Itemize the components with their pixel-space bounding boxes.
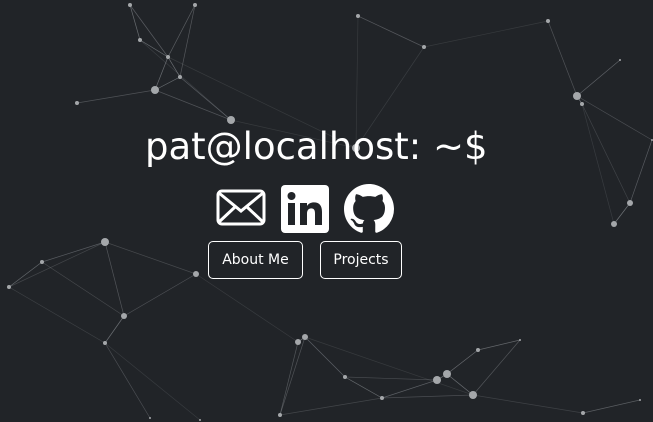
particle-node	[580, 102, 584, 106]
particle-node	[295, 339, 301, 345]
particle-node	[40, 260, 44, 264]
particle-node	[7, 285, 11, 289]
particle-node	[199, 419, 201, 421]
particle-link	[472, 339, 521, 396]
particle-link	[304, 336, 474, 396]
particle-node	[581, 411, 585, 415]
particle-link	[477, 339, 521, 351]
github-link[interactable]	[344, 184, 394, 234]
particle-link	[154, 56, 169, 91]
particle-link	[8, 286, 106, 344]
particle-link	[167, 4, 196, 58]
email-link[interactable]	[216, 187, 266, 227]
particle-link	[279, 397, 383, 416]
particle-node	[443, 370, 451, 378]
particle-link	[41, 241, 106, 263]
particle-link	[154, 89, 232, 121]
particle-link	[154, 76, 181, 91]
particle-node	[639, 399, 641, 401]
particle-link	[279, 341, 299, 416]
particle-link	[129, 4, 141, 41]
particle-node	[149, 417, 151, 419]
particle-link	[104, 342, 201, 421]
particle-node	[519, 339, 521, 341]
particle-link	[139, 39, 169, 58]
particle-node	[166, 55, 170, 59]
particle-node	[121, 313, 127, 319]
particle-node	[101, 238, 109, 246]
particle-node	[128, 3, 132, 7]
particle-link	[104, 241, 125, 317]
particle-link	[629, 139, 653, 204]
particle-node	[476, 348, 480, 352]
particle-node	[619, 59, 621, 61]
particle-link	[129, 4, 169, 58]
linkedin-link[interactable]	[281, 185, 329, 233]
particle-node	[75, 101, 79, 105]
github-icon	[344, 184, 394, 233]
particle-link	[423, 20, 549, 48]
particle-node	[103, 341, 107, 345]
linkedin-icon	[281, 185, 329, 233]
about-me-button[interactable]: About Me	[208, 241, 303, 279]
particle-node	[193, 3, 197, 7]
particle-link	[195, 273, 299, 343]
particle-node	[627, 200, 633, 206]
particle-node	[278, 413, 282, 417]
particle-link	[547, 20, 578, 97]
particle-link	[581, 103, 631, 204]
particle-link	[576, 95, 653, 141]
particle-node	[380, 396, 384, 400]
particle-link	[582, 399, 641, 414]
particle-link	[581, 103, 615, 225]
particle-link	[104, 342, 151, 419]
particle-link	[576, 59, 621, 97]
particle-link	[613, 202, 631, 225]
particle-node	[433, 376, 441, 384]
particle-node	[151, 86, 159, 94]
particle-node	[178, 75, 182, 79]
particle-link	[381, 394, 474, 399]
particle-node	[469, 391, 477, 399]
particle-node	[356, 14, 360, 18]
particle-node	[343, 375, 347, 379]
hero-section: pat@localhost: ~$ About Me Projects	[0, 0, 653, 422]
particle-link	[8, 241, 106, 288]
particle-link	[279, 336, 306, 416]
particle-node	[193, 271, 199, 277]
particle-link	[446, 349, 479, 375]
particle-link	[123, 273, 197, 317]
particle-link	[446, 373, 474, 396]
projects-button[interactable]: Projects	[320, 241, 402, 279]
particle-node	[227, 116, 235, 124]
particle-link	[472, 394, 584, 414]
particle-link	[76, 89, 156, 104]
particle-node	[302, 334, 308, 340]
particle-link	[8, 261, 43, 288]
particle-node	[138, 38, 142, 42]
particle-link	[104, 315, 125, 344]
particle-link	[344, 376, 383, 399]
particle-link	[381, 379, 438, 399]
terminal-prompt-heading: pat@localhost: ~$	[145, 125, 488, 168]
particle-link	[104, 241, 197, 275]
particle-link	[41, 261, 125, 317]
particle-node	[573, 92, 581, 100]
particle-node	[422, 45, 426, 49]
mail-icon	[216, 189, 266, 226]
particle-node	[546, 19, 550, 23]
particle-node	[611, 221, 617, 227]
particle-link	[357, 15, 425, 48]
particle-link	[304, 336, 346, 378]
